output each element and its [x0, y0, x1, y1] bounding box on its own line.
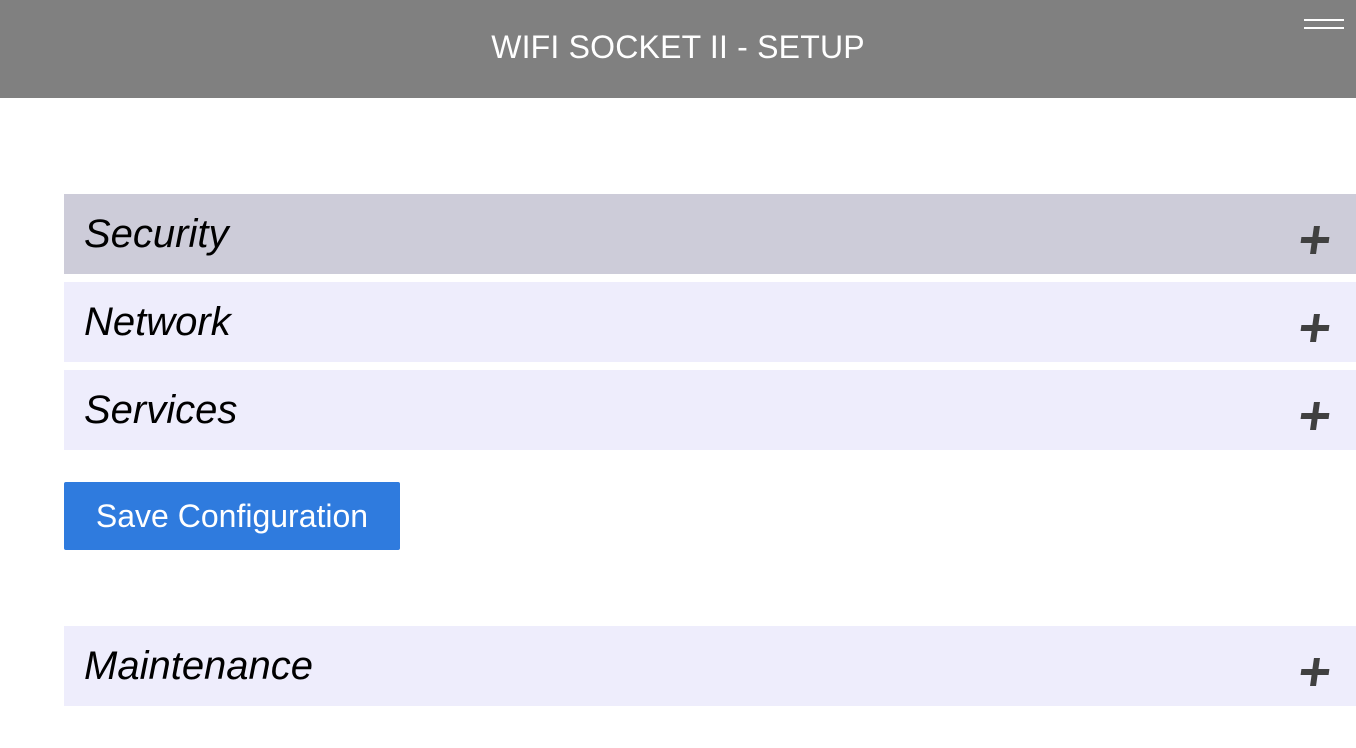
hamburger-menu-icon[interactable] [1300, 12, 1348, 38]
plus-icon[interactable] [1300, 225, 1330, 255]
section-security-label: Security [84, 212, 229, 256]
section-network[interactable]: Network [64, 282, 1356, 362]
section-network-label: Network [84, 300, 231, 344]
section-security[interactable]: Security [64, 194, 1356, 274]
menu-line-bottom [1304, 27, 1344, 29]
section-maintenance[interactable]: Maintenance [64, 626, 1356, 706]
section-maintenance-label: Maintenance [84, 644, 314, 688]
section-services-label: Services [84, 388, 238, 432]
plus-icon[interactable] [1300, 657, 1330, 687]
app-header: WIFI SOCKET II - SETUP [0, 0, 1356, 98]
plus-icon[interactable] [1300, 401, 1330, 431]
save-configuration-button[interactable]: Save Configuration [64, 482, 400, 550]
menu-line-top [1304, 19, 1344, 21]
section-services[interactable]: Services [64, 370, 1356, 450]
plus-icon[interactable] [1300, 313, 1330, 343]
page-title: WIFI SOCKET II - SETUP [491, 29, 865, 65]
